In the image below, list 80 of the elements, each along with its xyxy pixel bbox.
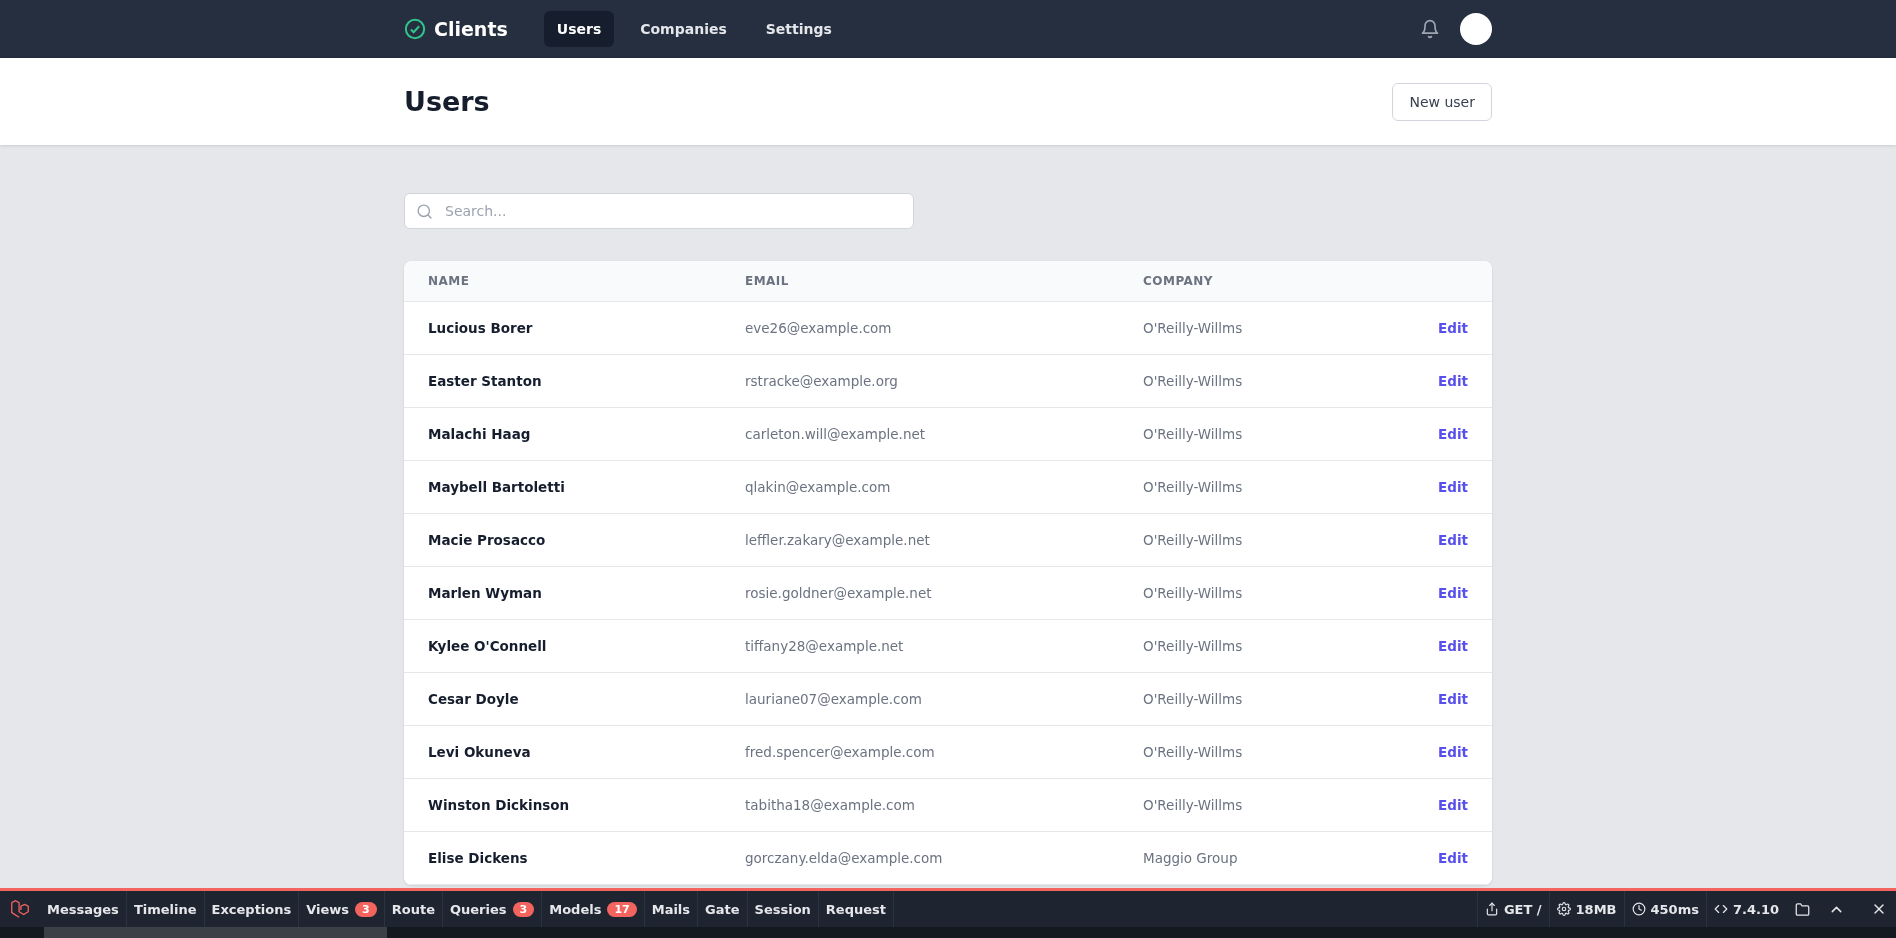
edit-link[interactable]: Edit <box>1438 585 1468 601</box>
search-input[interactable]: Search... <box>404 193 914 229</box>
new-user-button[interactable]: New user <box>1392 82 1492 121</box>
stat-text: GET / <box>1503 901 1542 917</box>
bell-icon[interactable] <box>1420 19 1440 39</box>
clock-icon <box>1631 902 1646 916</box>
nav-tab[interactable]: Companies <box>627 11 740 47</box>
user-company: O'Reilly-Willms <box>1143 638 1244 654</box>
edit-link[interactable]: Edit <box>1438 797 1468 813</box>
user-email: eve26@example.com <box>745 320 893 336</box>
edit-link[interactable]: Edit <box>1438 850 1468 866</box>
count-badge: 17 <box>607 901 637 917</box>
user-email: carleton.will@example.net <box>745 426 927 442</box>
edit-link[interactable]: Edit <box>1438 691 1468 707</box>
user-company: O'Reilly-Willms <box>1143 479 1244 495</box>
nav-tab[interactable]: Users <box>543 11 615 47</box>
edit-link[interactable]: Edit <box>1438 479 1468 495</box>
avatar[interactable] <box>1460 13 1492 45</box>
brand-name: Clients <box>434 18 508 40</box>
user-email: gorczany.elda@example.com <box>745 850 944 866</box>
edit-link[interactable]: Edit <box>1438 532 1468 548</box>
user-company: O'Reilly-Willms <box>1143 373 1244 389</box>
user-name: Winston Dickinson <box>428 797 571 813</box>
user-company: O'Reilly-Willms <box>1143 691 1244 707</box>
edit-link[interactable]: Edit <box>1438 426 1468 442</box>
tab-label: Queries <box>450 901 507 917</box>
user-name: Easter Stanton <box>428 373 543 389</box>
tab-label: Views <box>306 901 350 917</box>
user-email: lauriane07@example.com <box>745 691 923 707</box>
user-name: Elise Dickens <box>428 850 529 866</box>
column-header: NAME <box>428 274 471 288</box>
user-company: O'Reilly-Willms <box>1143 744 1244 760</box>
edit-link[interactable]: Edit <box>1438 744 1468 760</box>
column-header: COMPANY <box>1143 274 1215 288</box>
gears-icon <box>1556 902 1571 916</box>
user-company: O'Reilly-Willms <box>1143 532 1244 548</box>
user-name: Kylee O'Connell <box>428 638 548 654</box>
tab-label: Request <box>825 901 887 917</box>
user-name: Malachi Haag <box>428 426 532 442</box>
user-company: O'Reilly-Willms <box>1143 585 1244 601</box>
user-company: O'Reilly-Willms <box>1143 426 1244 442</box>
user-name: Levi Okuneva <box>428 744 532 760</box>
check-circle-icon <box>404 18 426 40</box>
tab-label: Models <box>549 901 602 917</box>
user-email: tiffany28@example.net <box>745 638 905 654</box>
edit-link[interactable]: Edit <box>1438 373 1468 389</box>
tab-label: Timeline <box>133 901 197 917</box>
tab-label: Route <box>391 901 435 917</box>
user-name: Maybell Bartoletti <box>428 479 566 495</box>
tab-label: Session <box>754 901 811 917</box>
column-header: EMAIL <box>745 274 790 288</box>
nav-tab[interactable]: Settings <box>752 11 845 47</box>
tab-label: Exceptions <box>211 901 292 917</box>
stat-text: 450ms <box>1650 901 1699 917</box>
user-name: Marlen Wyman <box>428 585 543 601</box>
page-title: Users <box>404 86 490 117</box>
tab-label: Mails <box>651 901 691 917</box>
user-company: O'Reilly-Willms <box>1143 797 1244 813</box>
user-email: rosie.goldner@example.net <box>745 585 933 601</box>
tab-label: Messages <box>47 901 119 917</box>
user-email: qlakin@example.com <box>745 479 892 495</box>
user-email: fred.spencer@example.com <box>745 744 936 760</box>
tab-label: Gate <box>705 901 740 917</box>
edit-link[interactable]: Edit <box>1438 638 1468 654</box>
count-badge: 3 <box>355 901 377 917</box>
user-email: leffler.zakary@example.net <box>745 532 931 548</box>
user-company: Maggio Group <box>1143 850 1239 866</box>
user-email: rstracke@example.org <box>745 373 899 389</box>
user-name: Cesar Doyle <box>428 691 520 707</box>
share-arrow-icon <box>1484 902 1499 916</box>
user-name: Macie Prosacco <box>428 532 547 548</box>
edit-link[interactable]: Edit <box>1438 320 1468 336</box>
user-company: O'Reilly-Willms <box>1143 320 1244 336</box>
user-name: Lucious Borer <box>428 320 534 336</box>
count-badge: 3 <box>512 901 535 917</box>
stat-text: 18MB <box>1575 901 1617 917</box>
search-icon <box>416 203 433 220</box>
stat-text: 7.4.10 <box>1732 901 1779 917</box>
code-icon <box>1713 902 1728 916</box>
user-email: tabitha18@example.com <box>745 797 916 813</box>
